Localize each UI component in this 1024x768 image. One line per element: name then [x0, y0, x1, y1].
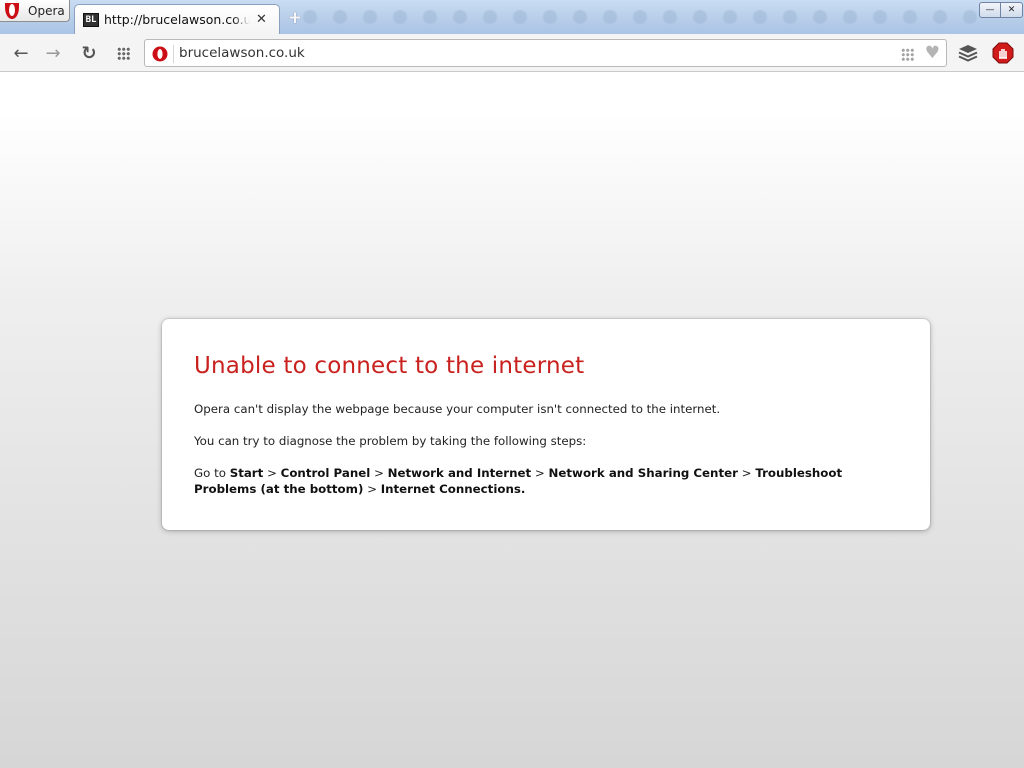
path-separator: >	[737, 466, 756, 480]
error-card: Unable to connect to the internet Opera …	[162, 319, 930, 530]
forward-arrow-icon: →	[45, 42, 61, 64]
adblock-button[interactable]	[990, 40, 1016, 66]
opera-menu-label: Opera	[28, 3, 65, 18]
add-to-speed-dial-icon[interactable]	[901, 48, 914, 61]
error-steps-path: Go to Start > Control Panel > Network an…	[194, 465, 898, 497]
path-separator: >	[363, 482, 381, 496]
error-steps-intro: You can try to diagnose the problem by t…	[194, 434, 587, 448]
stash-icon	[958, 45, 978, 62]
stash-button[interactable]	[955, 40, 981, 66]
speed-dial-grid-icon	[116, 46, 130, 60]
page-viewport: Unable to connect to the internet Opera …	[0, 73, 1024, 768]
path-step: Start	[229, 466, 264, 480]
taskbar-background	[300, 4, 980, 30]
path-step: Control Panel	[280, 466, 371, 480]
tab-title: http://brucelawson.co.uk/	[104, 12, 250, 27]
minimize-button[interactable]: —	[979, 2, 1001, 18]
back-arrow-icon: ←	[13, 42, 29, 64]
steps-prefix: Go to	[194, 466, 230, 480]
address-divider	[173, 45, 174, 63]
error-description: Opera can't display the webpage because …	[194, 402, 721, 416]
tab-brucelawson[interactable]: BL http://brucelawson.co.uk/ ✕	[74, 4, 280, 34]
reload-icon: ↻	[81, 42, 97, 64]
reload-button[interactable]: ↻	[76, 40, 102, 66]
tab-close-icon[interactable]: ✕	[256, 12, 267, 27]
opera-logo-icon	[1, 0, 23, 22]
path-separator: >	[531, 466, 549, 480]
path-separator: >	[370, 466, 388, 480]
site-favicon-icon: BL	[83, 12, 99, 27]
forward-button[interactable]: →	[40, 40, 66, 66]
opera-menu-button[interactable]: Opera	[0, 0, 70, 22]
window-controls: — ✕	[979, 2, 1023, 20]
bookmark-heart-icon[interactable]: ♥	[925, 43, 940, 63]
path-step: Network and Internet	[387, 466, 532, 480]
address-bar[interactable]: ♥	[144, 39, 947, 67]
navigation-toolbar: ← → ↻ ♥	[0, 34, 1024, 72]
path-separator: >	[263, 466, 281, 480]
adblock-icon	[992, 42, 1014, 64]
back-button[interactable]: ←	[8, 40, 34, 66]
title-bar: Opera BL http://brucelawson.co.uk/ ✕ + —…	[0, 0, 1024, 34]
path-step: Network and Sharing Center	[548, 466, 738, 480]
new-tab-button[interactable]: +	[286, 8, 304, 28]
error-title: Unable to connect to the internet	[194, 353, 585, 379]
path-step: Internet Connections.	[380, 482, 526, 496]
close-window-button[interactable]: ✕	[1001, 2, 1023, 18]
speed-dial-button[interactable]	[110, 40, 136, 66]
url-input[interactable]	[179, 43, 879, 63]
opera-o-icon	[151, 45, 169, 63]
